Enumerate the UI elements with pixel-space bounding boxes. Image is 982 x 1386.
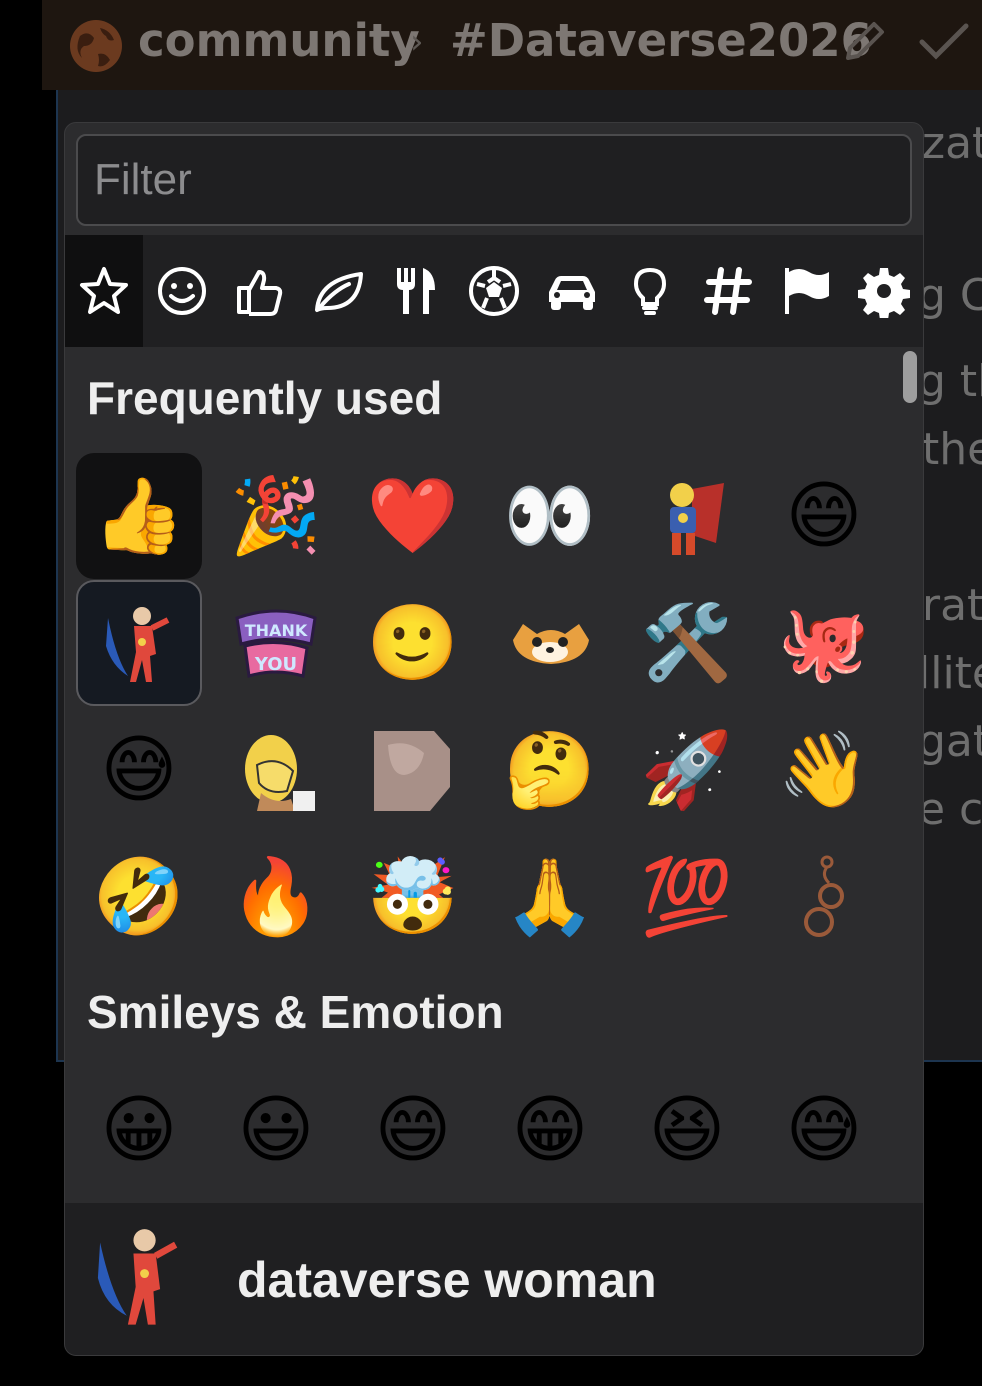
photo-icon <box>374 731 450 811</box>
tab-activities[interactable] <box>455 235 533 347</box>
smiley-icon <box>158 267 206 315</box>
background-text: e ca <box>918 784 982 835</box>
emoji-hammer-and-wrench[interactable]: 🛠️ <box>624 580 750 706</box>
check-icon[interactable] <box>918 22 970 62</box>
background-text: rat <box>922 580 982 631</box>
emoji-waving-hand[interactable]: 👋 <box>761 707 887 833</box>
lightbulb-icon <box>633 267 667 315</box>
tab-smileys[interactable] <box>143 235 221 347</box>
emoji-red-heart[interactable]: ❤️ <box>350 453 476 579</box>
scrollbar[interactable] <box>903 351 917 403</box>
tab-people[interactable] <box>221 235 299 347</box>
dataverse-woman-icon <box>106 607 170 682</box>
soccer-ball-icon <box>469 266 519 316</box>
dataverse-woman-icon <box>97 1229 178 1325</box>
section-title-smileys-emotion: Smileys & Emotion <box>87 986 504 1038</box>
emoji-custom-homer-facepalm[interactable] <box>213 707 339 833</box>
preview-name: dataverse woman <box>237 1252 657 1308</box>
flag-icon <box>785 268 829 314</box>
pencil-icon[interactable] <box>840 16 886 66</box>
background-text: zati <box>922 118 982 169</box>
svg-text:THANK: THANK <box>245 621 308 640</box>
rings-icon <box>804 855 844 937</box>
emoji-custom-photo[interactable] <box>350 707 476 833</box>
emoji-custom-rings[interactable] <box>761 834 887 960</box>
emoji-custom-dataverse-woman[interactable] <box>76 580 202 706</box>
emoji-slightly-smiling[interactable]: 🙂 <box>350 580 476 706</box>
background-text: llite <box>918 648 982 699</box>
emoji-exploding-head[interactable]: 🤯 <box>350 834 476 960</box>
emoji-preview: dataverse woman <box>65 1203 923 1355</box>
utensils-icon <box>397 268 435 314</box>
channel-name[interactable]: #Dataverse2026 <box>450 14 872 67</box>
emoji-folded-hands[interactable]: 🙏 <box>487 834 613 960</box>
workspace-name[interactable]: community <box>138 14 420 67</box>
emoji-custom-cat-face[interactable] <box>487 580 613 706</box>
tab-symbols[interactable] <box>689 235 767 347</box>
emoji-rocket[interactable]: 🚀 <box>624 707 750 833</box>
tab-food[interactable] <box>377 235 455 347</box>
background-text: g th <box>918 356 982 407</box>
emoji-grinning-smiling-eyes[interactable]: 😄 <box>350 1067 476 1193</box>
emoji-party-popper[interactable]: 🎉 <box>213 453 339 579</box>
filter-input[interactable] <box>76 134 912 226</box>
emoji-fire[interactable]: 🔥 <box>213 834 339 960</box>
background-text: gat <box>918 716 982 767</box>
emoji-thumbs-up[interactable]: 👍 <box>76 453 202 579</box>
emoji-grinning[interactable]: 😀 <box>76 1067 202 1193</box>
emoji-hundred-points[interactable]: 💯 <box>624 834 750 960</box>
emoji-custom-superhero-homer[interactable] <box>624 453 750 579</box>
category-tab-bar <box>65 235 923 347</box>
emoji-thinking[interactable]: 🤔 <box>487 707 613 833</box>
channel-header: community › #Dataverse2026 <box>42 0 982 90</box>
tab-travel[interactable] <box>533 235 611 347</box>
emoji-custom-thank-you[interactable]: THANK YOU <box>213 580 339 706</box>
hashtag-icon <box>704 267 752 315</box>
gear-icon <box>858 268 910 318</box>
background-text: the <box>922 424 982 475</box>
emoji-list[interactable]: Frequently used 👍 🎉 ❤️ 👀 😄 THANK YOU 🙂 🛠️… <box>65 347 923 1203</box>
tab-custom[interactable] <box>845 235 923 347</box>
emoji-grinning-sweat[interactable]: 😅 <box>761 1067 887 1193</box>
emoji-grinning-big-eyes[interactable]: 😃 <box>213 1067 339 1193</box>
emoji-squinting-laughing[interactable]: 😆 <box>624 1067 750 1193</box>
superhero-icon <box>670 483 724 555</box>
emoji-grinning-sweat[interactable]: 😅 <box>76 707 202 833</box>
car-icon <box>549 276 595 310</box>
emoji-beaming[interactable]: 😁 <box>487 1067 613 1193</box>
thumbs-up-icon <box>237 270 283 316</box>
emoji-rolling-laughing[interactable]: 🤣 <box>76 834 202 960</box>
emoji-octopus[interactable]: 🐙 <box>761 580 887 706</box>
tab-frequently-used[interactable] <box>65 235 143 347</box>
globe-icon <box>70 20 122 72</box>
background-text: g Co <box>918 270 982 321</box>
thank-you-icon: THANK YOU <box>235 609 317 678</box>
tab-nature[interactable] <box>299 235 377 347</box>
chevron-right-icon: › <box>410 22 424 62</box>
svg-text:YOU: YOU <box>254 654 297 675</box>
emoji-picker: Frequently used 👍 🎉 ❤️ 👀 😄 THANK YOU 🙂 🛠️… <box>64 122 924 1356</box>
cat-icon <box>513 624 589 664</box>
leaf-icon <box>315 272 363 312</box>
tab-objects[interactable] <box>611 235 689 347</box>
star-icon <box>80 267 128 314</box>
emoji-grinning-smiling-eyes[interactable]: 😄 <box>761 453 887 579</box>
homer-facepalm-icon <box>237 731 315 811</box>
tab-flags[interactable] <box>767 235 845 347</box>
section-title-frequently-used: Frequently used <box>87 372 443 424</box>
emoji-eyes[interactable]: 👀 <box>487 453 613 579</box>
